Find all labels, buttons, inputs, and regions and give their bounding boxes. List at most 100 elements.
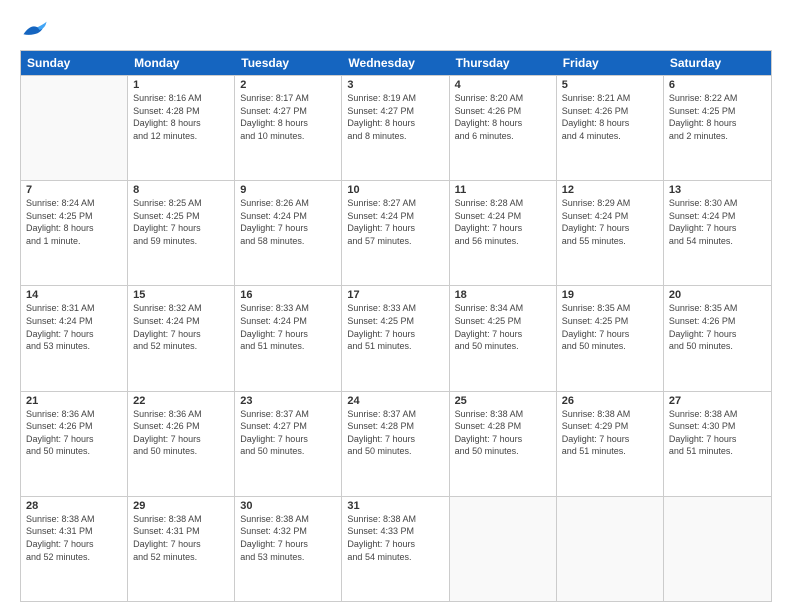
calendar-week-2: 7Sunrise: 8:24 AMSunset: 4:25 PMDaylight…: [21, 180, 771, 285]
day-number: 26: [562, 395, 658, 407]
cell-info-line: Sunset: 4:26 PM: [133, 420, 229, 433]
calendar-week-5: 28Sunrise: 8:38 AMSunset: 4:31 PMDayligh…: [21, 496, 771, 601]
cell-info-line: and 50 minutes.: [133, 445, 229, 458]
day-number: 20: [669, 289, 766, 301]
day-number: 12: [562, 184, 658, 196]
cell-info-line: Daylight: 7 hours: [669, 222, 766, 235]
cell-info-line: and 50 minutes.: [347, 445, 443, 458]
cell-info-line: Sunset: 4:31 PM: [26, 525, 122, 538]
cell-info-line: Daylight: 8 hours: [133, 117, 229, 130]
cell-info-line: Sunset: 4:25 PM: [669, 105, 766, 118]
cell-info-line: and 58 minutes.: [240, 235, 336, 248]
calendar-cell: 23Sunrise: 8:37 AMSunset: 4:27 PMDayligh…: [235, 392, 342, 496]
cell-info-line: Daylight: 7 hours: [26, 538, 122, 551]
cell-info-line: Sunset: 4:25 PM: [133, 210, 229, 223]
day-number: 17: [347, 289, 443, 301]
cell-info-line: and 2 minutes.: [669, 130, 766, 143]
cell-info-line: Daylight: 7 hours: [669, 328, 766, 341]
cell-info-line: Sunset: 4:24 PM: [669, 210, 766, 223]
calendar: SundayMondayTuesdayWednesdayThursdayFrid…: [20, 50, 772, 602]
cell-info-line: Daylight: 7 hours: [240, 433, 336, 446]
calendar-cell: 19Sunrise: 8:35 AMSunset: 4:25 PMDayligh…: [557, 286, 664, 390]
cell-info-line: Sunset: 4:26 PM: [455, 105, 551, 118]
logo: [20, 20, 52, 40]
logo-icon: [20, 20, 48, 40]
calendar-cell: 24Sunrise: 8:37 AMSunset: 4:28 PMDayligh…: [342, 392, 449, 496]
cell-info-line: Sunrise: 8:25 AM: [133, 197, 229, 210]
cell-info-line: Sunset: 4:30 PM: [669, 420, 766, 433]
cell-info-line: Sunrise: 8:33 AM: [347, 302, 443, 315]
cell-info-line: Sunset: 4:28 PM: [133, 105, 229, 118]
cell-info-line: Sunset: 4:26 PM: [26, 420, 122, 433]
cell-info-line: and 53 minutes.: [240, 551, 336, 564]
cell-info-line: Sunrise: 8:30 AM: [669, 197, 766, 210]
day-number: 5: [562, 79, 658, 91]
cell-info-line: Sunset: 4:33 PM: [347, 525, 443, 538]
calendar-cell: 6Sunrise: 8:22 AMSunset: 4:25 PMDaylight…: [664, 76, 771, 180]
day-number: 9: [240, 184, 336, 196]
cell-info-line: Sunrise: 8:38 AM: [26, 513, 122, 526]
cell-info-line: Sunrise: 8:31 AM: [26, 302, 122, 315]
day-number: 13: [669, 184, 766, 196]
cell-info-line: Sunset: 4:24 PM: [347, 210, 443, 223]
header-day-sunday: Sunday: [21, 51, 128, 75]
cell-info-line: Sunset: 4:32 PM: [240, 525, 336, 538]
calendar-cell: 11Sunrise: 8:28 AMSunset: 4:24 PMDayligh…: [450, 181, 557, 285]
cell-info-line: and 51 minutes.: [669, 445, 766, 458]
day-number: 4: [455, 79, 551, 91]
cell-info-line: Sunset: 4:27 PM: [240, 420, 336, 433]
cell-info-line: Sunrise: 8:22 AM: [669, 92, 766, 105]
cell-info-line: and 51 minutes.: [347, 340, 443, 353]
cell-info-line: Daylight: 7 hours: [240, 222, 336, 235]
calendar-cell: 31Sunrise: 8:38 AMSunset: 4:33 PMDayligh…: [342, 497, 449, 601]
cell-info-line: and 52 minutes.: [133, 340, 229, 353]
header-day-wednesday: Wednesday: [342, 51, 449, 75]
cell-info-line: Daylight: 7 hours: [133, 433, 229, 446]
cell-info-line: Sunset: 4:28 PM: [455, 420, 551, 433]
calendar-week-3: 14Sunrise: 8:31 AMSunset: 4:24 PMDayligh…: [21, 285, 771, 390]
cell-info-line: and 56 minutes.: [455, 235, 551, 248]
calendar-cell: 26Sunrise: 8:38 AMSunset: 4:29 PMDayligh…: [557, 392, 664, 496]
day-number: 18: [455, 289, 551, 301]
cell-info-line: Sunrise: 8:33 AM: [240, 302, 336, 315]
cell-info-line: Sunrise: 8:35 AM: [669, 302, 766, 315]
cell-info-line: Daylight: 8 hours: [669, 117, 766, 130]
calendar-cell: 3Sunrise: 8:19 AMSunset: 4:27 PMDaylight…: [342, 76, 449, 180]
cell-info-line: and 8 minutes.: [347, 130, 443, 143]
calendar-week-1: 1Sunrise: 8:16 AMSunset: 4:28 PMDaylight…: [21, 75, 771, 180]
day-number: 27: [669, 395, 766, 407]
cell-info-line: Sunrise: 8:28 AM: [455, 197, 551, 210]
day-number: 25: [455, 395, 551, 407]
day-number: 14: [26, 289, 122, 301]
cell-info-line: Sunset: 4:26 PM: [562, 105, 658, 118]
cell-info-line: Sunset: 4:27 PM: [240, 105, 336, 118]
cell-info-line: Sunrise: 8:27 AM: [347, 197, 443, 210]
day-number: 30: [240, 500, 336, 512]
calendar-header: SundayMondayTuesdayWednesdayThursdayFrid…: [21, 51, 771, 75]
day-number: 6: [669, 79, 766, 91]
cell-info-line: and 57 minutes.: [347, 235, 443, 248]
calendar-cell: 21Sunrise: 8:36 AMSunset: 4:26 PMDayligh…: [21, 392, 128, 496]
cell-info-line: Sunset: 4:26 PM: [669, 315, 766, 328]
cell-info-line: and 50 minutes.: [455, 340, 551, 353]
cell-info-line: Sunrise: 8:32 AM: [133, 302, 229, 315]
cell-info-line: Daylight: 7 hours: [562, 222, 658, 235]
cell-info-line: Sunrise: 8:37 AM: [240, 408, 336, 421]
calendar-cell: 17Sunrise: 8:33 AMSunset: 4:25 PMDayligh…: [342, 286, 449, 390]
calendar-cell: 10Sunrise: 8:27 AMSunset: 4:24 PMDayligh…: [342, 181, 449, 285]
day-number: 7: [26, 184, 122, 196]
day-number: 2: [240, 79, 336, 91]
cell-info-line: Sunset: 4:24 PM: [26, 315, 122, 328]
day-number: 21: [26, 395, 122, 407]
day-number: 10: [347, 184, 443, 196]
cell-info-line: Sunset: 4:24 PM: [133, 315, 229, 328]
day-number: 8: [133, 184, 229, 196]
calendar-cell: 30Sunrise: 8:38 AMSunset: 4:32 PMDayligh…: [235, 497, 342, 601]
cell-info-line: Daylight: 7 hours: [133, 538, 229, 551]
calendar-cell: 18Sunrise: 8:34 AMSunset: 4:25 PMDayligh…: [450, 286, 557, 390]
cell-info-line: Sunset: 4:25 PM: [562, 315, 658, 328]
calendar-cell: 5Sunrise: 8:21 AMSunset: 4:26 PMDaylight…: [557, 76, 664, 180]
cell-info-line: Daylight: 8 hours: [455, 117, 551, 130]
day-number: 1: [133, 79, 229, 91]
cell-info-line: and 50 minutes.: [240, 445, 336, 458]
